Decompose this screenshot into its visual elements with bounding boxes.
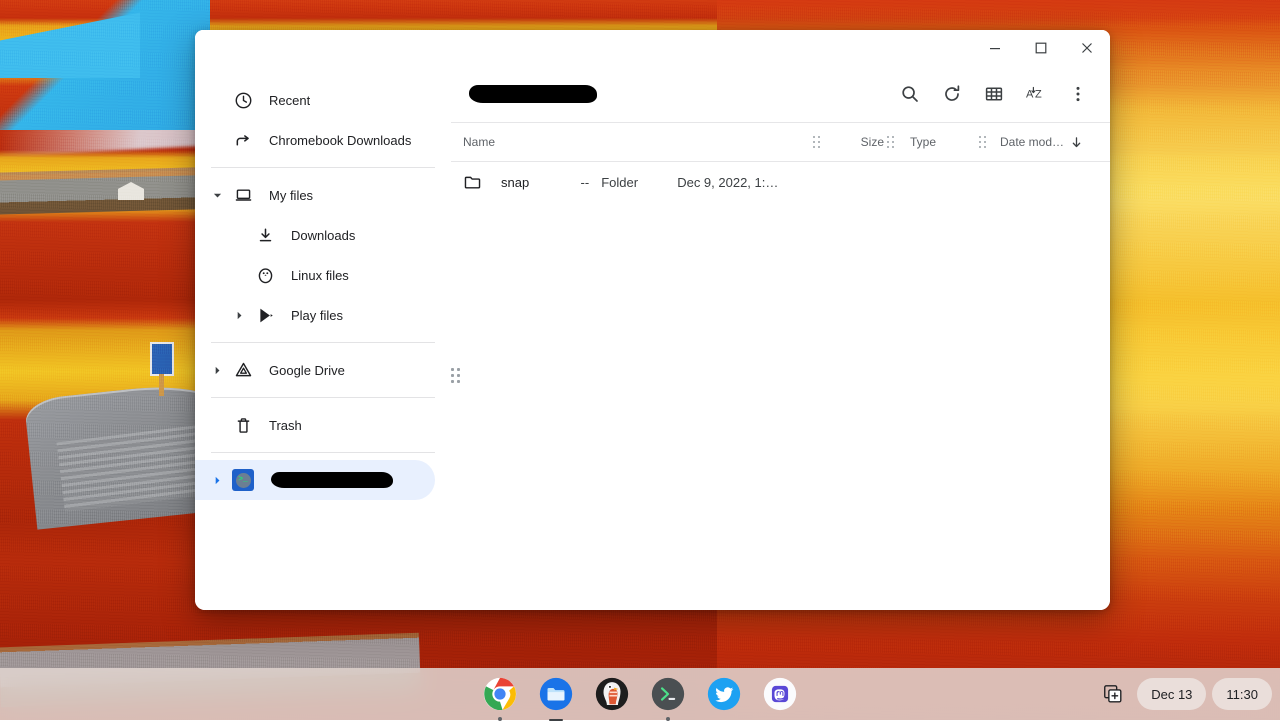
time-indicator[interactable]: 11:30 [1212,678,1272,710]
file-list[interactable]: snap -- Folder Dec 9, 2022, 1:… [451,162,1110,610]
trash-icon [231,413,255,437]
download-icon [253,223,277,247]
sidebar-divider [211,167,435,168]
sidebar-item-label: Trash [269,418,302,433]
sort-button[interactable]: A Z [1018,76,1054,112]
file-type-cell: Folder [589,175,667,190]
column-resize-grip-type[interactable] [976,136,990,149]
sidebar-item-label: Play files [291,308,343,323]
chevron-down-icon[interactable] [207,191,227,200]
column-resize-grip-size[interactable] [884,136,898,149]
sidebar-item-label [269,472,393,489]
file-name-cell: snap [501,175,529,190]
files-icon [539,677,573,711]
date-indicator[interactable]: Dec 13 [1137,678,1206,710]
close-button[interactable] [1064,30,1110,66]
navigation-sidebar: Recent Chromebook Downloads My files [195,66,451,610]
laptop-icon [231,183,255,207]
sidebar-item-chromebook-downloads[interactable]: Chromebook Downloads [195,120,435,160]
window-titlebar[interactable] [195,30,1110,66]
sidebar-divider [211,397,435,398]
chevron-right-icon[interactable] [229,311,249,320]
terminal-icon [651,677,685,711]
maximize-button[interactable] [1018,30,1064,66]
play-store-icon [253,303,277,327]
redaction-mark [469,85,597,103]
duckduckgo-icon [595,677,629,711]
shelf-app-terminal[interactable] [648,674,688,714]
files-toolbar: A Z [451,66,1110,122]
sidebar-item-label: Recent [269,93,310,108]
chrome-icon [483,677,517,711]
sort-descending-arrow-icon [1070,136,1083,149]
sidebar-item-play-files[interactable]: Play files [195,295,435,335]
screen-capture-icon [1102,683,1124,705]
sidebar-resize-grip[interactable] [449,366,463,386]
search-button[interactable] [892,76,928,112]
table-row[interactable]: snap -- Folder Dec 9, 2022, 1:… [451,162,1110,202]
view-toggle-button[interactable] [976,76,1012,112]
chromeos-shelf: Dec 13 11:30 [0,668,1280,720]
sidebar-item-recent[interactable]: Recent [195,80,435,120]
mastodon-icon [763,677,797,711]
status-area: Dec 13 11:30 [1095,678,1272,710]
sidebar-item-my-files[interactable]: My files [195,175,435,215]
terminal-app-icon: >_ [231,468,255,492]
column-header-date-modified[interactable]: Date mod… [990,135,1110,149]
chevron-right-icon[interactable] [207,476,227,485]
sidebar-item-linux-files[interactable]: Linux files [195,255,435,295]
clock-icon [231,88,255,112]
sidebar-item-label: Google Drive [269,363,345,378]
sidebar-divider [211,452,435,453]
shelf-app-duckduckgo[interactable] [592,674,632,714]
screen-capture-button[interactable] [1095,678,1131,710]
sidebar-item-label: Downloads [291,228,355,243]
folder-icon [463,173,487,192]
sidebar-item-terminal-share[interactable]: >_ [195,460,435,500]
sidebar-item-downloads[interactable]: Downloads [195,215,435,255]
shelf-app-twitter[interactable] [704,674,744,714]
window-body: Recent Chromebook Downloads My files [195,66,1110,610]
shelf-app-mastodon[interactable] [760,674,800,714]
share-arrow-icon [231,128,255,152]
sidebar-item-trash[interactable]: Trash [195,405,435,445]
main-pane: A Z Name Size Type Date mod… [451,66,1110,610]
column-header-size[interactable]: Size [824,135,884,149]
shelf-app-chrome[interactable] [480,674,520,714]
column-header-date-label: Date mod… [1000,135,1064,149]
breadcrumb[interactable] [461,85,886,103]
column-resize-grip-name[interactable] [810,136,824,149]
twitter-icon [707,677,741,711]
shelf-app-list [480,674,800,714]
column-header-type[interactable]: Type [898,135,976,149]
svg-text:Z: Z [1035,89,1042,101]
shelf-app-files[interactable] [536,674,576,714]
sidebar-item-label: My files [269,188,313,203]
minimize-button[interactable] [972,30,1018,66]
files-app-window: Recent Chromebook Downloads My files [195,30,1110,610]
redaction-mark [271,472,393,488]
file-list-header: Name Size Type Date mod… [451,122,1110,162]
column-header-name[interactable]: Name [463,135,810,149]
refresh-button[interactable] [934,76,970,112]
sidebar-item-label: Linux files [291,268,349,283]
penguin-icon [253,263,277,287]
file-date-cell: Dec 9, 2022, 1:… [667,175,787,190]
sidebar-item-label: Chromebook Downloads [269,133,411,148]
sidebar-item-google-drive[interactable]: Google Drive [195,350,435,390]
chevron-right-icon[interactable] [207,366,227,375]
more-options-button[interactable] [1060,76,1096,112]
file-size-cell: -- [529,175,589,190]
sidebar-divider [211,342,435,343]
google-drive-icon [231,358,255,382]
